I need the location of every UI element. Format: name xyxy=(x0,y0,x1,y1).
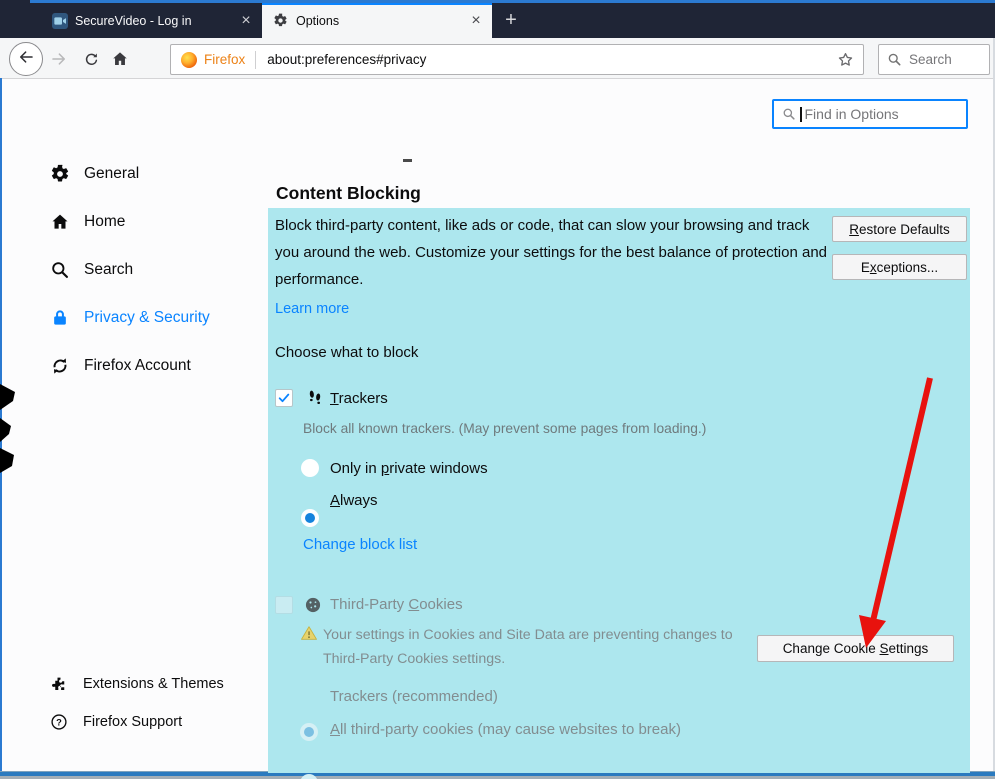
always-radio[interactable] xyxy=(301,509,319,527)
sidebar-item-privacy-security[interactable]: Privacy & Security xyxy=(50,304,210,332)
puzzle-icon xyxy=(50,675,68,693)
sidebar-item-search[interactable]: Search xyxy=(50,256,133,284)
active-tab-stripe xyxy=(262,3,492,5)
reload-button[interactable] xyxy=(78,46,104,72)
trackers-label[interactable]: Trackers xyxy=(330,390,388,407)
home-icon xyxy=(111,50,129,68)
question-icon xyxy=(50,713,68,731)
search-icon xyxy=(50,260,70,280)
gear-icon xyxy=(273,13,288,28)
trackers-description: Block all known trackers. (May prevent s… xyxy=(303,421,707,436)
change-cookie-settings-button[interactable]: Change Cookie Settings xyxy=(757,635,954,662)
always-label[interactable]: Always xyxy=(330,492,378,509)
lock-icon xyxy=(50,308,70,328)
bookmark-star-icon[interactable] xyxy=(836,50,855,69)
sidebar-item-label: Firefox Support xyxy=(83,714,183,730)
description-line: performance. xyxy=(275,271,364,288)
identity-label: Firefox xyxy=(204,52,246,67)
text-caret xyxy=(800,106,802,122)
sidebar-item-firefox-support[interactable]: Firefox Support xyxy=(50,708,182,736)
sidebar-item-label: General xyxy=(84,165,140,182)
restore-defaults-button[interactable]: Restore Defaults xyxy=(832,216,967,242)
find-in-options-box[interactable] xyxy=(772,99,968,129)
forward-arrow-icon xyxy=(50,50,68,68)
all-third-party-cookies-label: All third-party cookies (may cause websi… xyxy=(330,721,681,738)
sidebar-item-extensions-themes[interactable]: Extensions & Themes xyxy=(50,670,224,698)
left-edge-artifact xyxy=(0,384,15,473)
checkmark-icon xyxy=(277,391,291,405)
reload-icon xyxy=(83,51,100,68)
learn-more-link[interactable]: Learn more xyxy=(275,301,349,317)
window-border-left xyxy=(0,78,2,772)
sidebar-item-label: Home xyxy=(84,213,126,230)
sidebar-item-label: Search xyxy=(84,261,134,278)
exceptions-button[interactable]: Exceptions... xyxy=(832,254,967,280)
url-text: about:preferences#privacy xyxy=(267,52,427,67)
urlbar-separator xyxy=(255,50,257,69)
warning-text-line2: Third-Party Cookies settings. xyxy=(323,651,506,667)
only-private-windows-radio[interactable] xyxy=(301,459,319,477)
only-private-windows-label[interactable]: Only in private windows xyxy=(330,460,488,477)
close-tab-icon[interactable]: × xyxy=(236,11,256,31)
choose-what-to-block-label: Choose what to block xyxy=(275,344,419,361)
trackers-recommended-label: Trackers (recommended) xyxy=(330,688,498,705)
toolbar-search[interactable] xyxy=(878,44,990,75)
sidebar-item-label: Firefox Account xyxy=(84,357,191,374)
tab-title: SecureVideo - Log in xyxy=(75,13,192,28)
sync-icon xyxy=(50,356,70,376)
back-arrow-icon xyxy=(17,48,35,71)
third-party-cookies-label: Third-Party Cookies xyxy=(330,596,463,613)
sidebar-item-label: Privacy & Security xyxy=(84,309,210,326)
forward-button[interactable] xyxy=(46,46,72,72)
trackers-recommended-radio xyxy=(300,723,318,741)
sidebar-item-firefox-account[interactable]: Firefox Account xyxy=(50,352,191,380)
tab-securevideo[interactable]: SecureVideo - Log in × xyxy=(40,3,262,38)
close-tab-icon[interactable]: × xyxy=(466,11,486,31)
sidebar-item-general[interactable]: General xyxy=(50,160,139,188)
home-icon xyxy=(50,212,70,232)
trackers-checkbox[interactable] xyxy=(275,389,293,407)
firefox-logo-icon xyxy=(181,51,197,68)
description-line: you around the web. Customize your setti… xyxy=(275,244,827,261)
search-icon xyxy=(782,107,796,121)
tab-options[interactable]: Options × xyxy=(262,3,492,38)
page-title: Content Blocking xyxy=(276,183,421,203)
third-party-cookies-checkbox xyxy=(275,596,293,614)
sidebar-item-home[interactable]: Home xyxy=(50,208,125,236)
gear-icon xyxy=(50,164,70,184)
securevideo-favicon-icon xyxy=(52,12,68,29)
back-button[interactable] xyxy=(9,42,43,76)
browser-window: SecureVideo - Log in × Options × + Firef… xyxy=(0,0,995,779)
warning-text-line1: Your settings in Cookies and Site Data a… xyxy=(323,627,733,643)
find-in-options-input[interactable] xyxy=(802,105,957,123)
description-line: Block third-party content, like ads or c… xyxy=(275,217,810,234)
url-bar[interactable]: Firefox about:preferences#privacy xyxy=(170,44,864,75)
search-icon xyxy=(887,52,902,67)
change-block-list-link[interactable]: Change block list xyxy=(303,536,417,553)
home-button[interactable] xyxy=(107,46,133,72)
new-tab-button[interactable]: + xyxy=(498,8,524,34)
warning-icon xyxy=(300,624,318,647)
ui-artifact-dash xyxy=(403,159,412,162)
sidebar-item-label: Extensions & Themes xyxy=(83,676,224,692)
cookie-icon xyxy=(303,595,323,620)
search-input[interactable] xyxy=(907,51,983,68)
footprints-icon xyxy=(305,388,325,413)
tab-title: Options xyxy=(296,13,340,28)
